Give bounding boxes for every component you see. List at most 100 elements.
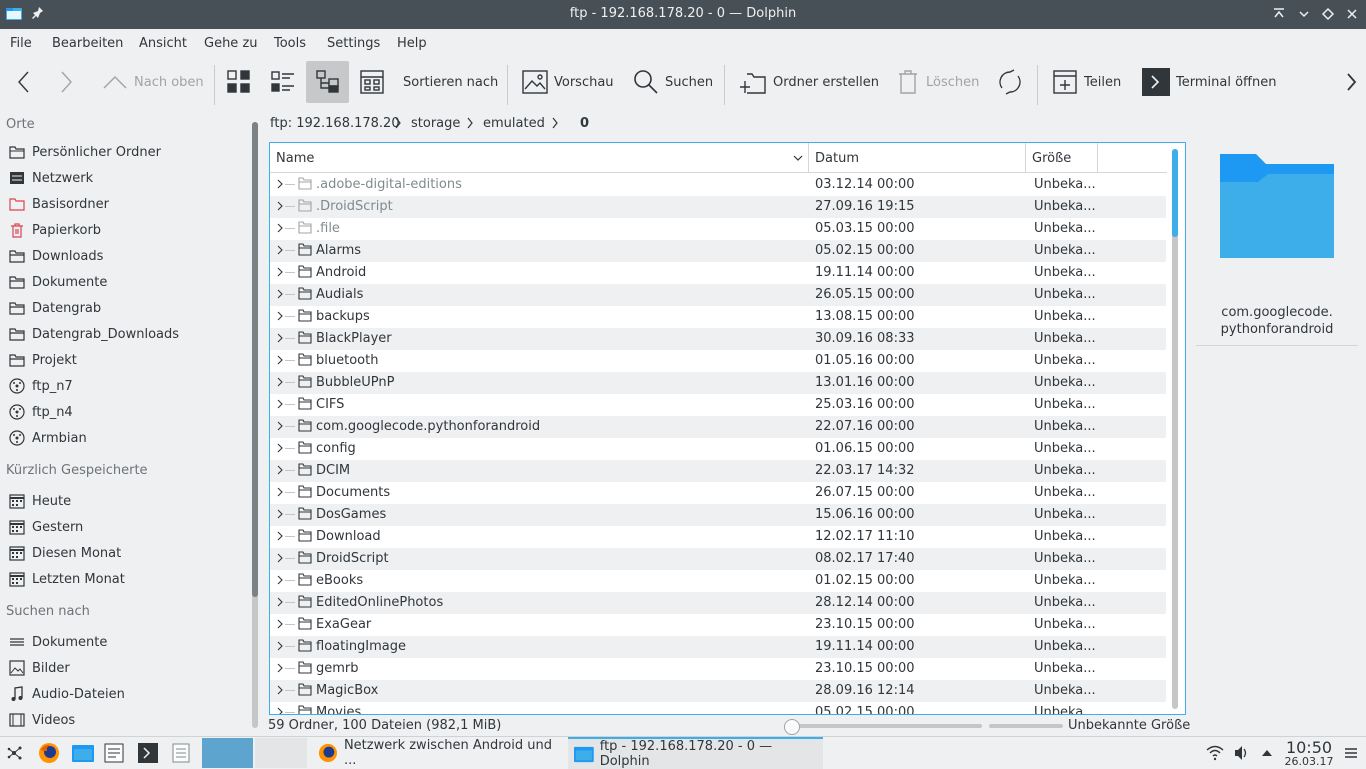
- minimize-icon[interactable]: [1297, 7, 1311, 25]
- up-button[interactable]: Nach oben: [102, 61, 204, 103]
- sidebar-item-datengrab-downloads[interactable]: Datengrab_Downloads: [0, 321, 250, 347]
- details-view-button[interactable]: [306, 61, 349, 103]
- task-firefox[interactable]: Netzwerk zwischen Android und ...: [310, 737, 568, 769]
- file-row[interactable]: Movies 05.02.15 00:00 Unbeka...: [270, 702, 1166, 714]
- keep-above-icon[interactable]: [1272, 7, 1286, 25]
- expand-chevron-icon[interactable]: [276, 552, 284, 568]
- expand-chevron-icon[interactable]: [276, 288, 284, 304]
- file-row[interactable]: .file 05.03.15 00:00 Unbeka...: [270, 218, 1166, 240]
- pager-desktop-1[interactable]: [202, 738, 253, 768]
- new-folder-button[interactable]: Ordner erstellen: [739, 61, 879, 103]
- sidebar-item-diesen-monat[interactable]: Diesen Monat: [0, 540, 250, 566]
- menu-file[interactable]: File: [10, 36, 32, 51]
- document-launcher[interactable]: [172, 737, 190, 769]
- sidebar-item-dokumente[interactable]: Dokumente: [0, 629, 250, 655]
- sidebar-item-audio-dateien[interactable]: Audio-Dateien: [0, 681, 250, 707]
- panel-menu[interactable]: [1344, 737, 1358, 769]
- sidebar-item-dokumente[interactable]: Dokumente: [0, 269, 250, 295]
- share-button[interactable]: Teilen: [1052, 61, 1121, 103]
- file-row[interactable]: Audials 26.05.15 00:00 Unbeka...: [270, 284, 1166, 306]
- file-row[interactable]: config 01.06.15 00:00 Unbeka...: [270, 438, 1166, 460]
- breadcrumb-item-host[interactable]: ftp: 192.168.178.20: [270, 116, 400, 131]
- sidebar-item-armbian[interactable]: Armbian: [0, 425, 250, 451]
- file-row[interactable]: BlackPlayer 30.09.16 08:33 Unbeka...: [270, 328, 1166, 350]
- dolphin-launcher[interactable]: [72, 737, 94, 769]
- firefox-launcher[interactable]: [38, 737, 60, 769]
- column-date-header[interactable]: Datum: [809, 143, 1026, 173]
- expand-chevron-icon[interactable]: [276, 640, 284, 656]
- file-row[interactable]: bluetooth 01.05.16 00:00 Unbeka...: [270, 350, 1166, 372]
- file-row[interactable]: MagicBox 28.09.16 12:14 Unbeka...: [270, 680, 1166, 702]
- expand-chevron-icon[interactable]: [276, 332, 284, 348]
- close-icon[interactable]: [1345, 7, 1359, 25]
- expand-chevron-icon[interactable]: [276, 596, 284, 612]
- pager-desktop-2[interactable]: [255, 738, 307, 768]
- zoom-slider[interactable]: [784, 719, 982, 735]
- breadcrumb-item-emulated[interactable]: emulated: [483, 116, 545, 131]
- toolbar-more-button[interactable]: [1344, 61, 1358, 103]
- menu-help[interactable]: Help: [397, 36, 427, 51]
- search-button[interactable]: Suchen: [633, 61, 713, 103]
- split-view-button[interactable]: [360, 61, 384, 103]
- expand-chevron-icon[interactable]: [276, 200, 284, 216]
- file-row[interactable]: BubbleUPnP 13.01.16 00:00 Unbeka...: [270, 372, 1166, 394]
- breadcrumb-item-storage[interactable]: storage: [411, 116, 460, 131]
- file-row[interactable]: floatingImage 19.11.14 00:00 Unbeka...: [270, 636, 1166, 658]
- sidebar-scrollbar-thumb[interactable]: [252, 122, 258, 597]
- file-row[interactable]: DosGames 15.06.16 00:00 Unbeka...: [270, 504, 1166, 526]
- sidebar-item-basisordner[interactable]: Basisordner: [0, 191, 250, 217]
- sidebar-item-netzwerk[interactable]: Netzwerk: [0, 165, 250, 191]
- file-row[interactable]: ExaGear 23.10.15 00:00 Unbeka...: [270, 614, 1166, 636]
- file-row[interactable]: gemrb 23.10.15 00:00 Unbeka...: [270, 658, 1166, 680]
- menu-ansicht[interactable]: Ansicht: [139, 36, 187, 51]
- file-row[interactable]: .adobe-digital-editions 03.12.14 00:00 Unb…: [270, 174, 1166, 196]
- sidebar-item-projekt[interactable]: Projekt: [0, 347, 250, 373]
- menu-settings[interactable]: Settings: [327, 36, 380, 51]
- expand-chevron-icon[interactable]: [276, 684, 284, 700]
- file-row[interactable]: DCIM 22.03.17 14:32 Unbeka...: [270, 460, 1166, 482]
- file-row[interactable]: Alarms 05.02.15 00:00 Unbeka...: [270, 240, 1166, 262]
- digital-clock[interactable]: 10:50 26.03.17: [1280, 737, 1338, 769]
- terminal-button[interactable]: Terminal öffnen: [1142, 61, 1276, 103]
- expand-chevron-icon[interactable]: [276, 574, 284, 590]
- file-row[interactable]: DroidScript 08.02.17 17:40 Unbeka...: [270, 548, 1166, 570]
- file-row[interactable]: backups 13.08.15 00:00 Unbeka...: [270, 306, 1166, 328]
- sidebar-item-heute[interactable]: Heute: [0, 488, 250, 514]
- compact-view-button[interactable]: [270, 61, 296, 103]
- delete-button[interactable]: Löschen: [896, 61, 979, 103]
- expand-chevron-icon[interactable]: [276, 530, 284, 546]
- expand-chevron-icon[interactable]: [276, 486, 284, 502]
- back-button[interactable]: [14, 61, 38, 103]
- reload-button[interactable]: [996, 61, 1024, 103]
- expand-chevron-icon[interactable]: [276, 222, 284, 238]
- expand-chevron-icon[interactable]: [276, 508, 284, 524]
- menu-gehe-zu[interactable]: Gehe zu: [204, 36, 258, 51]
- tray-expand[interactable]: [1260, 737, 1274, 769]
- expand-chevron-icon[interactable]: [276, 420, 284, 436]
- file-row[interactable]: Android 19.11.14 00:00 Unbeka...: [270, 262, 1166, 284]
- file-row[interactable]: Download 12.02.17 11:10 Unbeka...: [270, 526, 1166, 548]
- file-view-scrollbar-thumb[interactable]: [1172, 149, 1178, 237]
- wifi-tray[interactable]: [1206, 737, 1224, 769]
- zoom-slider-handle[interactable]: [784, 719, 800, 735]
- expand-chevron-icon[interactable]: [276, 376, 284, 392]
- expand-chevron-icon[interactable]: [276, 706, 284, 714]
- sidebar-item-gestern[interactable]: Gestern: [0, 514, 250, 540]
- task-dolphin[interactable]: ftp - 192.168.178.20 - 0 — Dolphin: [568, 737, 823, 769]
- window-titlebar[interactable]: ftp - 192.168.178.20 - 0 — Dolphin: [0, 0, 1366, 29]
- sidebar-item-datengrab[interactable]: Datengrab: [0, 295, 250, 321]
- sidebar-item-letzten-monat[interactable]: Letzten Monat: [0, 566, 250, 592]
- icons-view-button[interactable]: [226, 61, 252, 103]
- file-row[interactable]: eBooks 01.02.15 00:00 Unbeka...: [270, 570, 1166, 592]
- expand-chevron-icon[interactable]: [276, 398, 284, 414]
- sidebar-item-ftp-n4[interactable]: ftp_n4: [0, 399, 250, 425]
- sidebar-item-videos[interactable]: Videos: [0, 707, 250, 733]
- expand-chevron-icon[interactable]: [276, 310, 284, 326]
- preview-button[interactable]: Vorschau: [522, 61, 614, 103]
- file-row[interactable]: CIFS 25.03.16 00:00 Unbeka...: [270, 394, 1166, 416]
- volume-tray[interactable]: [1233, 737, 1249, 769]
- sidebar-item-ftp-n7[interactable]: ftp_n7: [0, 373, 250, 399]
- sidebar-item-downloads[interactable]: Downloads: [0, 243, 250, 269]
- forward-button[interactable]: [56, 61, 80, 103]
- expand-chevron-icon[interactable]: [276, 178, 284, 194]
